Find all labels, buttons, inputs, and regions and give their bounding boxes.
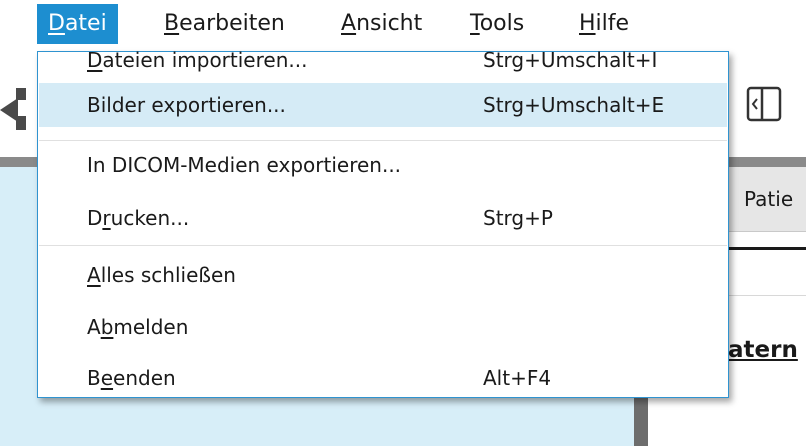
menu-label: Alles schließen: [87, 253, 236, 297]
access-key: e: [100, 366, 114, 390]
menu-shortcut: Alt+F4: [483, 366, 552, 390]
menu-label: Tools: [470, 11, 524, 36]
menu-item-export-dicom-media[interactable]: In DICOM-Medien exportieren...: [39, 143, 727, 187]
patient-column-header-label: Patie: [744, 187, 794, 211]
menu-label: Ansicht: [341, 11, 422, 36]
menu-item-print[interactable]: Drucken... Strg+P: [39, 196, 727, 240]
access-key: B: [164, 11, 180, 36]
access-key: D: [87, 48, 103, 72]
label-text: D: [87, 206, 103, 230]
label-text: Bilder exportieren...: [87, 93, 286, 117]
label-text: nsicht: [356, 11, 423, 36]
access-key: A: [341, 11, 357, 36]
menu-item-logout[interactable]: Abmelden: [39, 305, 727, 349]
label-text: ucken...: [110, 206, 190, 230]
label-text: ools: [479, 11, 525, 36]
label-text: atei: [64, 11, 107, 36]
label-text: ilfe: [595, 11, 630, 36]
menu-shortcut: Strg+Umschalt+I: [483, 48, 658, 72]
menu-label: Drucken...: [87, 196, 189, 240]
panel-toggle-icon[interactable]: [742, 82, 786, 126]
label-text: melden: [113, 315, 189, 339]
menu-label: Hilfe: [579, 11, 629, 36]
menu-item-export-images[interactable]: Bilder exportieren... Strg+Umschalt+E: [39, 83, 727, 127]
access-key: r: [102, 206, 111, 230]
menu-item-close-all[interactable]: Alles schließen: [39, 253, 727, 297]
access-key: H: [579, 11, 596, 36]
access-key: D: [48, 11, 65, 36]
label-text: earbeiten: [179, 11, 285, 36]
menu-label: Abmelden: [87, 305, 188, 349]
section-heading: atern: [728, 337, 798, 363]
menu-label: Bearbeiten: [164, 11, 285, 36]
label-text: lles schließen: [100, 263, 236, 287]
back-arrow-icon[interactable]: [0, 80, 34, 140]
access-key: A: [87, 263, 101, 287]
menu-label: Dateien importieren...: [87, 38, 307, 82]
menu-item-import-files[interactable]: Dateien importieren... Strg+Umschalt+I: [39, 38, 727, 82]
label-text: In DICOM-Medien exportieren...: [87, 153, 402, 177]
label-text: enden: [113, 366, 176, 390]
menu-separator: [39, 245, 727, 246]
menu-shortcut: Strg+Umschalt+E: [483, 93, 665, 117]
menu-item-exit[interactable]: Beenden Alt+F4: [39, 356, 727, 400]
menu-label: In DICOM-Medien exportieren...: [87, 143, 401, 187]
menu-label: Bilder exportieren...: [87, 83, 286, 127]
menu-label: Datei: [48, 11, 107, 36]
access-key: T: [470, 11, 480, 36]
menu-label: Beenden: [87, 356, 176, 400]
access-key: b: [100, 315, 114, 339]
file-menu-dropdown: Dateien importieren... Strg+Umschalt+I Bil…: [37, 48, 729, 400]
label-text: B: [87, 366, 101, 390]
menu-separator: [39, 140, 727, 141]
label-text: A: [87, 315, 101, 339]
label-text: ateien importieren...: [102, 48, 308, 72]
menu-shortcut: Strg+P: [483, 206, 553, 230]
